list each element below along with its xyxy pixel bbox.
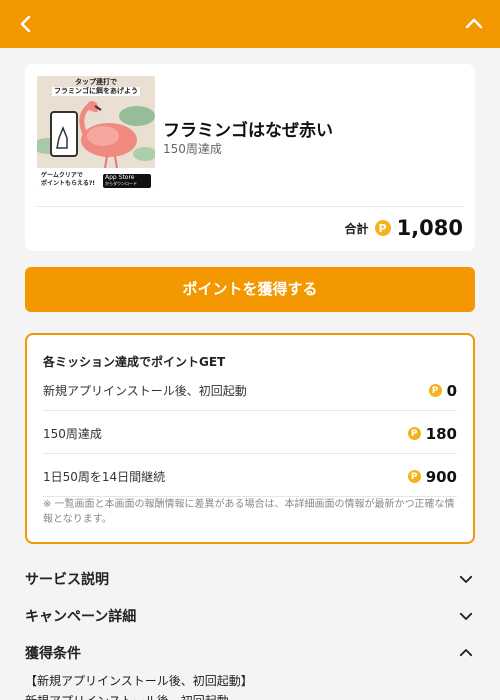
- thumb-bottom-text-1: ゲームクリアで: [41, 172, 83, 179]
- chevron-down-icon: [459, 575, 473, 583]
- total-value: 1,080: [396, 216, 463, 240]
- app-thumbnail: タップ連打で フラミンゴに餌をあげよう ゲームクリアで ポイントもらえる?! A…: [37, 76, 155, 190]
- total-points: 合計 P 1,080: [345, 216, 463, 240]
- mission-row: 1日50周を14日間継続 P 900: [43, 457, 457, 497]
- mission-name: 150周達成: [43, 427, 102, 441]
- point-coin-icon: P: [407, 427, 421, 440]
- chevron-up-icon: [459, 649, 473, 657]
- accordion-campaign[interactable]: キャンペーン詳細: [25, 604, 475, 628]
- accordion-label: サービス説明: [25, 572, 109, 588]
- divider: [37, 206, 463, 207]
- app-title: フラミンゴはなぜ赤い: [163, 121, 333, 141]
- thumb-top-text-1: タップ連打で: [75, 78, 117, 86]
- accordion-conditions[interactable]: 獲得条件: [25, 641, 475, 665]
- app-card: タップ連打で フラミンゴに餌をあげよう ゲームクリアで ポイントもらえる?! A…: [25, 64, 475, 251]
- app-store-badge: App Store からダウンロード: [103, 174, 151, 188]
- chevron-down-icon: [459, 612, 473, 620]
- mission-note: ※ 一覧画面と本画面の報酬情報に差異がある場合は、本詳細画面の情報が最新かつ正確…: [43, 499, 455, 525]
- app-subtitle: 150周達成: [163, 142, 222, 156]
- store-badge-sub: からダウンロード: [105, 181, 137, 186]
- mission-value: P 180: [407, 424, 457, 443]
- condition-text: 新規アプリインストール後、初回起動: [25, 692, 229, 700]
- point-coin-icon: P: [374, 220, 391, 236]
- mission-points: 900: [425, 467, 457, 486]
- chevron-left-icon[interactable]: [14, 12, 38, 36]
- mission-name: 新規アプリインストール後、初回起動: [43, 384, 247, 398]
- mission-list: 各ミッション達成でポイントGET 新規アプリインストール後、初回起動 P 0 1…: [25, 333, 475, 544]
- point-coin-icon: P: [428, 384, 442, 397]
- mission-value: P 0: [428, 381, 457, 400]
- accordion-service[interactable]: サービス説明: [25, 567, 475, 591]
- point-coin-icon: P: [407, 470, 421, 483]
- top-bar: [0, 0, 500, 48]
- mission-row: 150周達成 P 180: [43, 414, 457, 454]
- mission-name: 1日50周を14日間継続: [43, 470, 166, 484]
- condition-heading: 【新規アプリインストール後、初回起動】: [25, 674, 253, 688]
- mission-heading: 各ミッション達成でポイントGET: [43, 355, 226, 369]
- chevron-up-icon[interactable]: [462, 12, 486, 36]
- mission-points: 0: [446, 381, 457, 400]
- accordion-label: 獲得条件: [25, 646, 81, 662]
- total-label: 合計: [344, 221, 369, 236]
- thumb-bottom-text-2: ポイントもらえる?!: [41, 180, 96, 187]
- mission-points: 180: [425, 424, 457, 443]
- mission-value: P 900: [407, 467, 457, 486]
- accordion-label: キャンペーン詳細: [25, 609, 137, 625]
- get-points-button[interactable]: ポイントを獲得する: [25, 267, 475, 312]
- mission-row: 新規アプリインストール後、初回起動 P 0: [43, 371, 457, 411]
- thumb-top-text-2: フラミンゴに餌をあげよう: [52, 87, 140, 96]
